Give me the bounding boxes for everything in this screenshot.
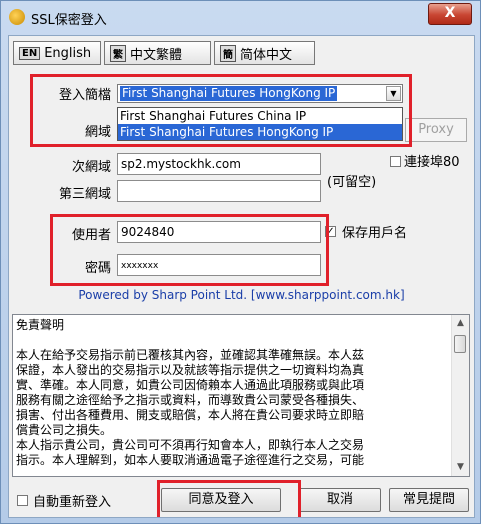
scroll-thumb[interactable] <box>454 335 466 353</box>
close-button[interactable]: X <box>428 3 472 25</box>
simp-tag-icon: 簡 <box>220 44 236 62</box>
save-user-label: 保存用戶名 <box>342 226 408 241</box>
auto-relogin-label: 自動重新登入 <box>33 495 112 510</box>
user-label: 使用者 <box>71 228 111 243</box>
lang-english-label: English <box>44 45 92 61</box>
disclaimer-body: 本人在給予交易指示前已覆核其內容，並確認其準確無誤。本人茲 保證，本人發出的交易… <box>16 348 365 467</box>
sub-domain-label: 次網域 <box>71 160 111 175</box>
lang-simplified-label: 简体中文 <box>240 47 293 63</box>
scroll-up-icon[interactable]: ▲ <box>452 315 469 332</box>
app-logo-icon <box>9 9 25 25</box>
connect-port-label: 連接埠80 <box>404 155 460 170</box>
user-field[interactable]: 9024840 <box>117 221 321 243</box>
password-label: 密碼 <box>84 261 111 276</box>
window-title: SSL保密登入 <box>31 13 107 28</box>
disclaimer-scrollbar[interactable]: ▲ ▼ <box>451 315 469 476</box>
lang-traditional-button[interactable]: 繁 中文繁體 <box>104 41 211 65</box>
login-profile-label: 登入簡檔 <box>58 88 111 103</box>
login-profile-value: First Shanghai Futures HongKong IP <box>120 86 338 101</box>
disclaimer-title: 免責聲明 <box>16 318 65 332</box>
login-profile-dropdown[interactable]: First Shanghai Futures China IP First Sh… <box>117 107 403 141</box>
auto-relogin-checkbox[interactable] <box>17 495 28 506</box>
disclaimer-box[interactable]: 免責聲明 本人在給予交易指示前已覆核其內容，並確認其準確無誤。本人茲 保證，本人… <box>12 314 470 477</box>
sub-domain-field[interactable]: sp2.mystockhk.com <box>117 153 321 175</box>
proxy-button[interactable]: Proxy <box>405 118 467 142</box>
chevron-down-icon[interactable]: ▼ <box>386 86 401 101</box>
save-user-checkbox[interactable]: ✓ <box>325 226 336 237</box>
powered-by-link[interactable]: Powered by Sharp Point Ltd. [www.sharppo… <box>9 288 474 302</box>
password-field[interactable]: xxxxxxx <box>117 254 321 276</box>
en-tag-icon: EN <box>19 46 41 60</box>
login-window: SSL保密登入 X EN English 繁 中文繁體 簡 简体中文 登入簡檔 … <box>0 0 481 524</box>
agree-login-button[interactable]: 同意及登入 <box>161 488 281 512</box>
login-profile-select[interactable]: First Shanghai Futures HongKong IP ▼ <box>117 84 403 103</box>
connect-port-checkbox[interactable] <box>390 156 401 167</box>
scroll-down-icon[interactable]: ▼ <box>452 459 469 476</box>
optional-hint: (可留空) <box>327 175 377 190</box>
domain-label: 網域 <box>84 125 111 140</box>
third-domain-field[interactable] <box>117 180 321 202</box>
lang-traditional-label: 中文繁體 <box>130 47 183 63</box>
cancel-button[interactable]: 取消 <box>299 488 381 512</box>
dropdown-option-china[interactable]: First Shanghai Futures China IP <box>118 108 402 124</box>
dialog-body: EN English 繁 中文繁體 簡 简体中文 登入簡檔 First Shan… <box>8 35 475 518</box>
trad-tag-icon: 繁 <box>110 44 126 62</box>
faq-button[interactable]: 常見提問 <box>389 488 469 512</box>
lang-simplified-button[interactable]: 簡 简体中文 <box>214 41 315 65</box>
third-domain-label: 第三網域 <box>58 187 111 202</box>
lang-english-button[interactable]: EN English <box>13 41 101 65</box>
disclaimer-text: 免責聲明 本人在給予交易指示前已覆核其內容，並確認其準確無誤。本人茲 保證，本人… <box>16 318 446 475</box>
dropdown-option-hongkong[interactable]: First Shanghai Futures HongKong IP <box>118 124 402 140</box>
title-bar: SSL保密登入 X <box>1 1 480 35</box>
